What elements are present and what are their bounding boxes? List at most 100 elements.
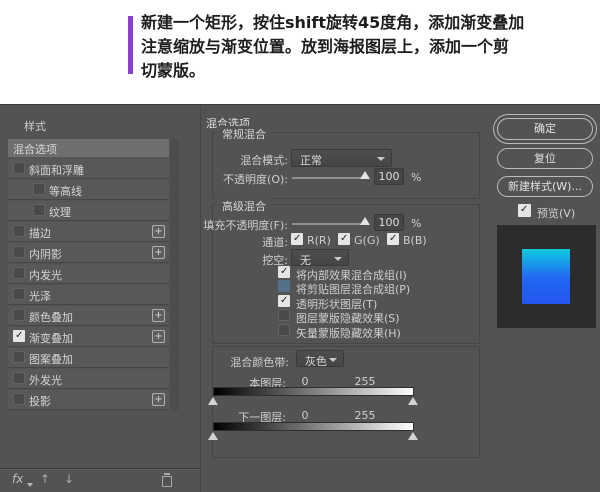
general-blending-legend: 常规混合 [218, 126, 270, 142]
chevron-down-icon [377, 157, 385, 161]
plus-icon[interactable]: + [152, 225, 165, 238]
sidebar-item-inner-shadow[interactable]: 内阴影 + [8, 243, 169, 263]
sidebar-item-label: 内阴影 [29, 248, 62, 261]
vector-mask-hides-effects-label: 矢量蒙版隐藏效果(H) [296, 327, 401, 340]
blend-mode-value: 正常 [300, 154, 322, 167]
opacity-unit: % [411, 171, 422, 184]
sidebar-item-label: 内发光 [29, 269, 62, 282]
plus-icon[interactable]: + [152, 309, 165, 322]
arrow-down-icon[interactable]: ↓ [64, 472, 74, 486]
this-layer-gradient-bar [213, 387, 414, 396]
sidebar-item-label: 斜面和浮雕 [29, 164, 84, 177]
gradient-preview-square [522, 249, 570, 304]
outer-glow-checkbox[interactable] [13, 372, 25, 384]
accent-bar [128, 16, 133, 74]
gradient-overlay-checkbox[interactable] [13, 330, 25, 342]
blend-clipped-layers-checkbox[interactable] [278, 280, 290, 292]
knockout-label: 挖空: [262, 254, 288, 267]
sidebar-item-label: 外发光 [29, 374, 62, 387]
sidebar-item-pattern-overlay[interactable]: 图案叠加 [8, 348, 169, 368]
sidebar-item-color-overlay[interactable]: 颜色叠加 + [8, 306, 169, 326]
transparency-shapes-layer-checkbox[interactable] [278, 295, 290, 307]
bevel-emboss-checkbox[interactable] [13, 162, 25, 174]
style-preview-thumbnail [497, 225, 596, 328]
sidebar-item-label: 混合选项 [13, 143, 57, 156]
layer-style-dialog: 样式 混合选项 斜面和浮雕 等高线 纹理 描边 + 内阴影 + 内发光 光泽 颜… [0, 104, 600, 492]
channel-b-checkbox[interactable] [387, 233, 399, 245]
instruction-line: 切蒙版。 [141, 61, 206, 80]
advanced-blending-legend: 高级混合 [218, 198, 270, 214]
reset-button[interactable]: 复位 [497, 148, 593, 169]
instruction-line: 注意缩放与渐变位置。放到海报图层上，添加一个剪 [141, 37, 510, 56]
fill-opacity-slider-handle[interactable] [360, 217, 370, 225]
sidebar-item-satin[interactable]: 光泽 [8, 285, 169, 305]
underlying-layer-white-slider[interactable] [408, 432, 418, 440]
channel-g-label: G(G) [354, 234, 380, 247]
sidebar-item-stroke[interactable]: 描边 + [8, 222, 169, 242]
sidebar-item-label: 光泽 [29, 290, 51, 303]
inner-shadow-checkbox[interactable] [13, 246, 25, 258]
blend-if-label: 混合颜色带: [230, 356, 289, 369]
ok-button[interactable]: 确定 [497, 118, 593, 140]
instruction-line: 新建一个矩形，按住shift旋转45度角，添加渐变叠加 [141, 13, 525, 32]
sidebar-item-drop-shadow[interactable]: 投影 + [8, 390, 169, 410]
sidebar-item-label: 投影 [29, 395, 51, 408]
preview-checkbox[interactable] [518, 204, 531, 217]
chevron-down-icon [334, 257, 342, 261]
fill-opacity-unit: % [411, 217, 422, 230]
trash-icon[interactable] [162, 473, 172, 487]
fill-opacity-slider-track[interactable] [292, 223, 362, 225]
preview-label: 预览(V) [537, 207, 576, 220]
inner-glow-checkbox[interactable] [13, 267, 25, 279]
sidebar-scrollbar[interactable] [170, 139, 179, 411]
screenshot-root: 新建一个矩形，按住shift旋转45度角，添加渐变叠加 注意缩放与渐变位置。放到… [0, 0, 600, 492]
sidebar-item-label: 颜色叠加 [29, 311, 73, 324]
blend-mode-label: 混合模式: [240, 154, 288, 167]
blend-interior-effects-checkbox[interactable] [278, 266, 290, 278]
layer-mask-hides-effects-label: 图层蒙版隐藏效果(S) [296, 312, 400, 325]
blend-if-dropdown[interactable]: 灰色 [296, 350, 344, 368]
stroke-checkbox[interactable] [13, 225, 25, 237]
instruction-text: 新建一个矩形，按住shift旋转45度角，添加渐变叠加 注意缩放与渐变位置。放到… [141, 11, 591, 83]
chevron-down-icon [27, 483, 33, 487]
new-style-button[interactable]: 新建样式(W)... [497, 176, 593, 197]
channel-b-label: B(B) [403, 234, 427, 247]
this-layer-black-slider[interactable] [208, 397, 218, 405]
sidebar-item-blending-options[interactable]: 混合选项 [8, 139, 169, 158]
chevron-down-icon [329, 358, 337, 362]
plus-icon[interactable]: + [152, 330, 165, 343]
channel-g-checkbox[interactable] [338, 233, 350, 245]
sidebar-item-bevel-emboss[interactable]: 斜面和浮雕 [8, 159, 169, 179]
pattern-overlay-checkbox[interactable] [13, 351, 25, 363]
texture-checkbox[interactable] [33, 204, 45, 216]
sidebar-item-texture[interactable]: 纹理 [8, 201, 169, 221]
vector-mask-hides-effects-checkbox[interactable] [278, 324, 290, 336]
contour-checkbox[interactable] [33, 183, 45, 195]
sidebar-item-contour[interactable]: 等高线 [8, 180, 169, 200]
blend-clipped-layers-label: 将剪贴图层混合成组(P) [296, 283, 411, 296]
sidebar-item-inner-glow[interactable]: 内发光 [8, 264, 169, 284]
opacity-input[interactable]: 100 [374, 168, 404, 185]
layer-mask-hides-effects-checkbox[interactable] [278, 309, 290, 321]
plus-icon[interactable]: + [152, 246, 165, 259]
channel-r-label: R(R) [307, 234, 331, 247]
satin-checkbox[interactable] [13, 288, 25, 300]
arrow-up-icon[interactable]: ↑ [40, 472, 50, 486]
sidebar-item-gradient-overlay[interactable]: 渐变叠加 + [8, 327, 169, 347]
this-layer-white-slider[interactable] [408, 397, 418, 405]
knockout-dropdown[interactable]: 无 [291, 249, 349, 267]
opacity-slider-track[interactable] [292, 177, 362, 179]
fx-icon[interactable]: fx [12, 472, 23, 486]
plus-icon[interactable]: + [152, 393, 165, 406]
channel-r-checkbox[interactable] [291, 233, 303, 245]
blend-if-value: 灰色 [305, 355, 327, 368]
opacity-slider-handle[interactable] [360, 171, 370, 179]
color-overlay-checkbox[interactable] [13, 309, 25, 321]
sidebar-item-outer-glow[interactable]: 外发光 [8, 369, 169, 389]
sidebar-footer-divider [0, 468, 200, 469]
fill-opacity-input[interactable]: 100 [374, 214, 404, 231]
blend-mode-dropdown[interactable]: 正常 [291, 149, 392, 167]
underlying-layer-black-slider[interactable] [208, 432, 218, 440]
drop-shadow-checkbox[interactable] [13, 393, 25, 405]
sidebar-item-label: 渐变叠加 [29, 332, 73, 345]
